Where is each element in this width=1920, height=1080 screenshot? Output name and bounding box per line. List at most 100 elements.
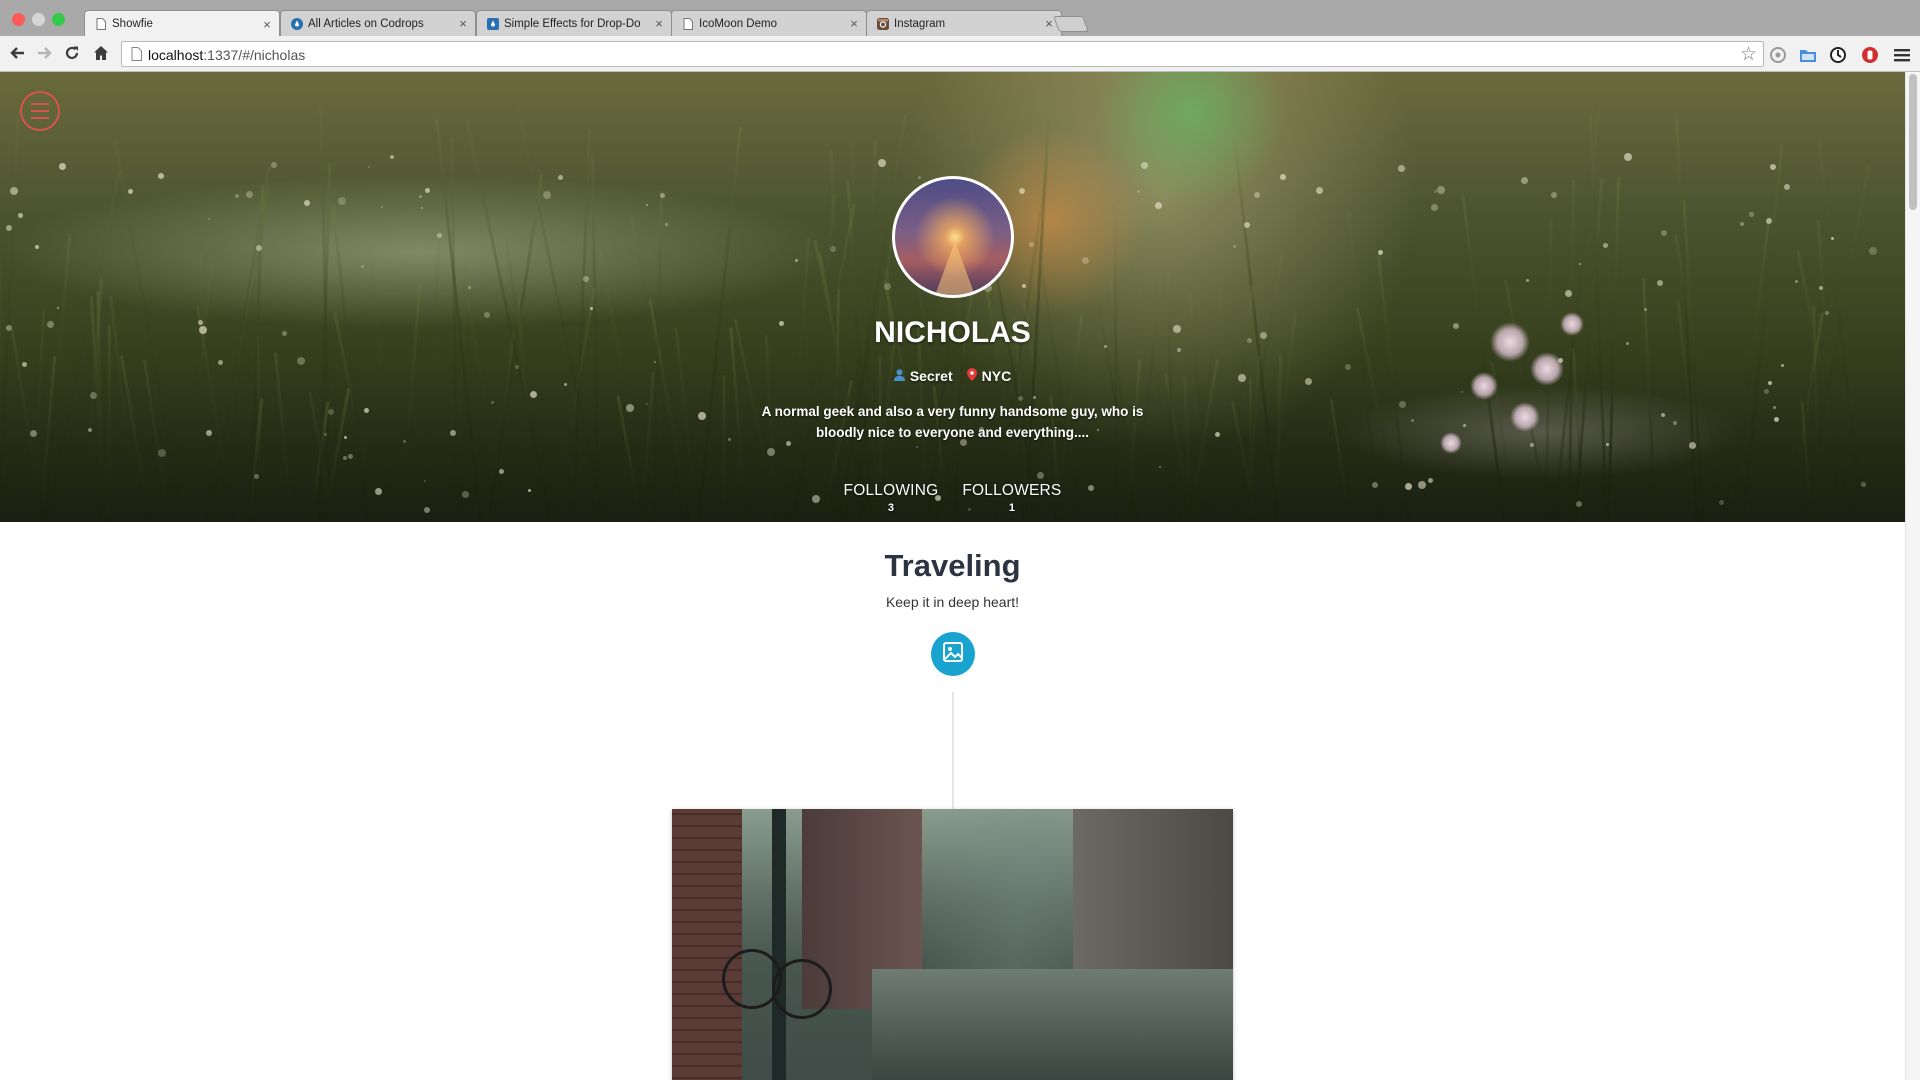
back-arrow-icon[interactable] (8, 44, 28, 64)
bokeh-dot (324, 433, 327, 436)
extension-adblock-icon[interactable] (1860, 45, 1880, 65)
close-tab-icon[interactable]: × (457, 16, 469, 31)
close-window-button[interactable] (12, 13, 25, 26)
bokeh-dot (348, 454, 353, 459)
bokeh-dot (1254, 192, 1260, 198)
maximize-window-button[interactable] (52, 13, 65, 26)
bokeh-dot (403, 440, 406, 443)
browser-menu-icon[interactable] (1892, 45, 1912, 65)
bokeh-dot (419, 195, 422, 198)
bokeh-dot (1141, 162, 1148, 169)
bokeh-dot (1434, 190, 1437, 193)
extension-clock-icon[interactable] (1828, 45, 1848, 65)
home-icon[interactable] (91, 44, 111, 64)
flower-decoration (1510, 402, 1540, 432)
minimize-window-button[interactable] (32, 13, 45, 26)
bokeh-dot (57, 307, 59, 309)
close-tab-icon[interactable]: × (261, 17, 273, 32)
close-tab-icon[interactable]: × (848, 16, 860, 31)
section-title: Traveling (884, 548, 1021, 583)
bokeh-dot (1579, 263, 1581, 265)
bookmark-star-icon[interactable]: ☆ (1740, 43, 1757, 66)
bokeh-dot (1398, 165, 1405, 172)
bokeh-dot (665, 223, 668, 226)
bokeh-dot (1316, 187, 1323, 194)
bokeh-dot (364, 408, 369, 413)
bokeh-dot (1019, 188, 1025, 194)
page-scrollbar[interactable] (1905, 72, 1920, 1080)
profile-cover: NICHOLAS Secret NYC A normal geek and al… (0, 72, 1905, 522)
bokeh-dot (1831, 237, 1834, 240)
bokeh-dot (30, 430, 37, 437)
bokeh-dot (795, 259, 798, 262)
bokeh-dot (1770, 164, 1776, 170)
bokeh-dot (590, 307, 593, 310)
bokeh-dot (1565, 290, 1572, 297)
bokeh-dot (728, 438, 731, 441)
bokeh-dot (1029, 242, 1034, 247)
bokeh-dot (218, 360, 223, 365)
tab-title: All Articles on Codrops (308, 17, 424, 30)
tab-codrops-articles[interactable]: All Articles on Codrops × (280, 10, 476, 36)
extension-wheel-icon[interactable] (1768, 45, 1788, 65)
bokeh-dot (1551, 192, 1557, 198)
bokeh-dot (1774, 417, 1779, 422)
tab-title: Instagram (894, 17, 946, 30)
tab-icomoon-demo[interactable]: IcoMoon Demo × (671, 10, 867, 36)
menu-line-icon (31, 110, 49, 112)
codrops-drop-icon (291, 17, 303, 31)
bokeh-dot (1037, 472, 1044, 479)
bokeh-dot (128, 189, 133, 194)
grass-blade (331, 205, 370, 522)
bokeh-dot (158, 449, 166, 457)
page-icon (131, 47, 142, 66)
bokeh-dot (1673, 421, 1677, 425)
bokeh-dot (1526, 279, 1529, 282)
bokeh-dot (1781, 364, 1784, 367)
bokeh-dot (1082, 257, 1089, 264)
bokeh-dot (646, 204, 648, 206)
bokeh-dot (1463, 424, 1466, 427)
reload-icon[interactable] (62, 44, 82, 64)
bokeh-dot (35, 245, 39, 249)
hamburger-menu-button[interactable] (20, 91, 60, 131)
page-icon (95, 17, 107, 31)
post-photo[interactable] (672, 809, 1233, 1080)
bokeh-dot (1022, 284, 1026, 288)
codrops-drop-icon (487, 17, 499, 31)
bokeh-dot (256, 245, 262, 251)
followers-stat[interactable]: FOLLOWERS 1 (962, 482, 1061, 514)
bokeh-dot (1411, 419, 1414, 422)
tab-instagram[interactable]: Instagram × (866, 10, 1062, 36)
menu-line-icon (31, 117, 49, 119)
tab-showfie[interactable]: Showfie × (84, 10, 280, 37)
bokeh-dot (916, 446, 918, 448)
tab-simple-effects[interactable]: Simple Effects for Drop-Do × (476, 10, 672, 36)
address-bar[interactable]: localhost:1337/#/nicholas ☆ (121, 41, 1764, 67)
bokeh-dot (421, 207, 423, 209)
followers-count: 1 (1008, 502, 1015, 514)
photo-street (872, 969, 1233, 1080)
bokeh-dot (1749, 212, 1754, 217)
bokeh-dot (1378, 250, 1383, 255)
bokeh-dot (206, 430, 212, 436)
scrollbar-thumb[interactable] (1909, 74, 1917, 210)
bicycle-wheel (772, 959, 832, 1019)
bokeh-dot (1740, 222, 1744, 226)
bokeh-dot (646, 403, 648, 405)
browser-titlebar: Showfie × All Articles on Codrops × Simp… (0, 0, 1920, 37)
following-stat[interactable]: FOLLOWING 3 (844, 482, 939, 514)
new-tab-button[interactable] (1053, 16, 1089, 32)
avatar[interactable] (892, 176, 1014, 298)
menu-line-icon (31, 103, 49, 105)
profile-stats: FOLLOWING 3 FOLLOWERS 1 (0, 482, 1905, 514)
location-item: NYC (966, 368, 1011, 384)
bokeh-dot (530, 391, 537, 398)
extension-folder-icon[interactable] (1798, 45, 1818, 65)
bokeh-dot (1657, 280, 1663, 286)
bokeh-dot (10, 187, 18, 195)
close-tab-icon[interactable]: × (653, 16, 665, 31)
image-post-button[interactable] (931, 632, 975, 676)
bokeh-dot (6, 225, 12, 231)
forward-arrow-icon[interactable] (34, 44, 54, 64)
